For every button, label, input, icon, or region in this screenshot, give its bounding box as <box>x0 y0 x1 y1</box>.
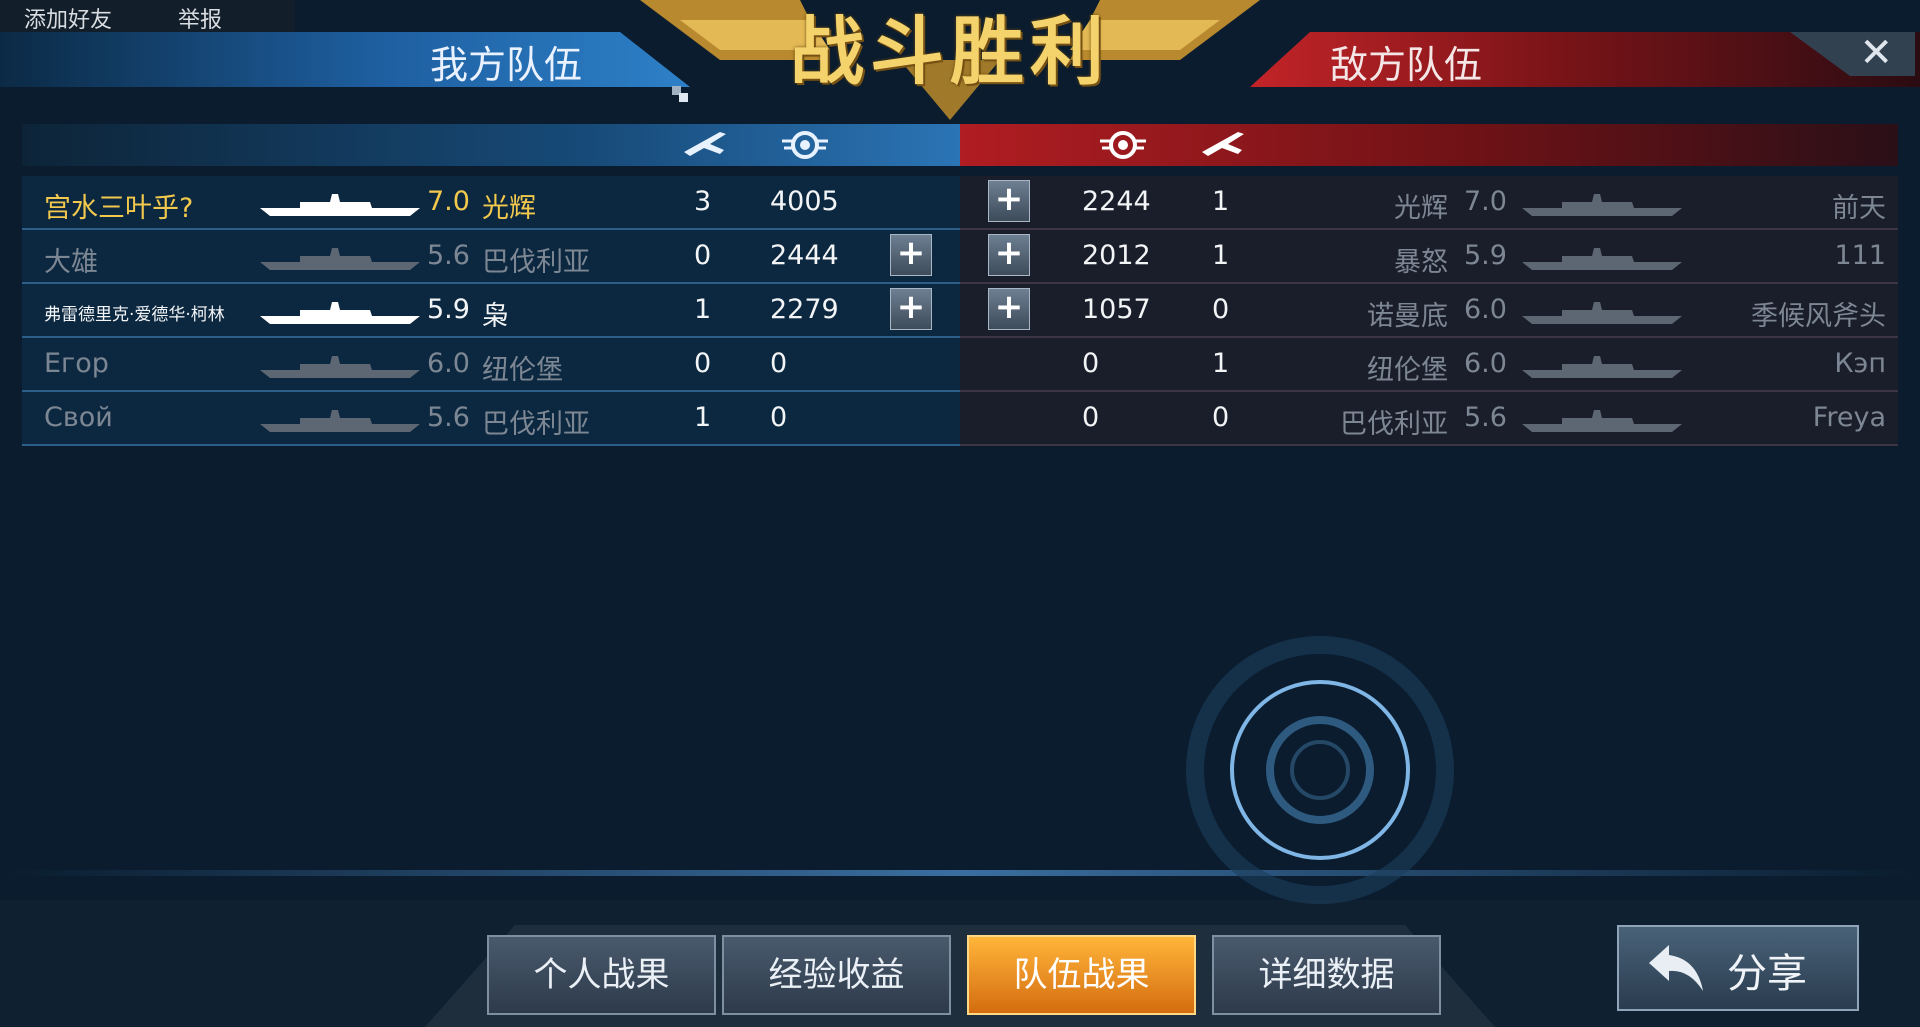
ally-ship-name: 巴伐利亚 <box>482 247 590 278</box>
table-row: 宫水三叶乎? 7.0 光辉 3 4005 +2244 1 光辉 7.0 前天 <box>22 176 1898 230</box>
add-friend-plus-button[interactable]: + <box>988 288 1030 330</box>
enemy-ship-name: 暴怒 <box>1394 247 1448 278</box>
add-friend-button[interactable]: 添加好友 <box>24 2 112 34</box>
ally-score: 2444 <box>770 240 839 271</box>
ally-player-name[interactable]: 弗雷德里克·爱德华·柯林 <box>44 300 225 325</box>
ally-score: 4005 <box>770 186 839 217</box>
enemy-ship-name: 诺曼底 <box>1367 301 1448 332</box>
enemy-ship-level: 7.0 <box>1464 186 1507 217</box>
enemy-score: 0 <box>1082 402 1100 433</box>
ally-player-name[interactable]: Свой <box>44 402 113 433</box>
ally-kills: 3 <box>694 186 712 217</box>
ally-kills: 1 <box>694 294 712 325</box>
victory-title: 战斗胜利 <box>790 9 1110 95</box>
tab-exp-gain[interactable]: 经验收益 <box>722 935 951 1015</box>
ally-ship-name: 枭 <box>482 301 509 332</box>
enemy-kills: 0 <box>1212 402 1230 433</box>
enemy-ship-name: 光辉 <box>1394 193 1448 224</box>
divider <box>0 870 1920 876</box>
ally-ship-level: 6.0 <box>427 348 470 379</box>
enemy-player-name[interactable]: Кэп <box>1834 348 1886 379</box>
ship-silhouette-icon <box>1522 194 1682 216</box>
ally-team-title: 我方队伍 <box>430 43 583 87</box>
enemy-score: 2244 <box>1082 186 1151 217</box>
enemy-ship-name: 纽伦堡 <box>1367 355 1448 386</box>
ally-score: 2279 <box>770 294 839 325</box>
ally-team-header: 我方队伍 <box>0 32 690 87</box>
enemy-score: 2012 <box>1082 240 1151 271</box>
ally-player-name[interactable]: 宫水三叶乎? <box>44 186 193 225</box>
table-row: 大雄 5.6 巴伐利亚 0 2444 + +2012 1 暴怒 5.9 111 <box>22 230 1898 284</box>
ally-player-name[interactable]: Егор <box>44 348 109 379</box>
ally-ship-name: 光辉 <box>482 193 536 224</box>
ship-silhouette-icon <box>1522 356 1682 378</box>
ship-silhouette-icon <box>260 248 420 270</box>
kills-plane-icon <box>684 132 726 156</box>
table-row: Свой 5.6 巴伐利亚 1 0 0 0 巴伐利亚 5.6 Freya <box>22 392 1898 446</box>
ally-ship-level: 7.0 <box>427 186 470 217</box>
report-button[interactable]: 举报 <box>178 2 222 34</box>
enemy-player-name[interactable]: 前天 <box>1832 186 1886 225</box>
share-label: 分享 <box>1727 951 1807 997</box>
ship-silhouette-icon <box>260 410 420 432</box>
ally-ship-level: 5.9 <box>427 294 470 325</box>
enemy-score: 0 <box>1082 348 1100 379</box>
ally-ship-level: 5.6 <box>427 240 470 271</box>
ship-silhouette-icon <box>1522 248 1682 270</box>
enemy-ship-name: 巴伐利亚 <box>1340 409 1448 440</box>
enemy-ship-level: 5.9 <box>1464 240 1507 271</box>
enemy-score: 1057 <box>1082 294 1151 325</box>
ally-score: 0 <box>770 402 788 433</box>
tab-team-results[interactable]: 队伍战果 <box>967 935 1196 1015</box>
enemy-player-name[interactable]: Freya <box>1813 402 1886 433</box>
enemy-kills: 1 <box>1212 240 1230 271</box>
share-arrow-icon <box>1649 945 1703 991</box>
enemy-player-name[interactable]: 季候风斧头 <box>1751 294 1886 333</box>
tab-detailed-data[interactable]: 详细数据 <box>1212 935 1441 1015</box>
share-button[interactable]: 分享 <box>1617 925 1859 1011</box>
ship-silhouette-icon <box>260 356 420 378</box>
enemy-kills: 1 <box>1212 186 1230 217</box>
ship-silhouette-icon <box>260 302 420 324</box>
table-row: Егор 6.0 纽伦堡 0 0 0 1 纽伦堡 6.0 Кэп <box>22 338 1898 392</box>
ally-kills: 0 <box>694 348 712 379</box>
close-icon: ✕ <box>1859 30 1893 76</box>
ally-ship-level: 5.6 <box>427 402 470 433</box>
enemy-team-title: 敌方队伍 <box>1330 43 1483 87</box>
top-left-actions: 添加好友 举报 <box>0 0 295 34</box>
ally-ship-name: 巴伐利亚 <box>482 409 590 440</box>
enemy-ship-level: 5.6 <box>1464 402 1507 433</box>
ally-ship-name: 纽伦堡 <box>482 355 563 386</box>
tab-personal-results[interactable]: 个人战果 <box>487 935 716 1015</box>
score-medal-icon <box>782 131 828 159</box>
enemy-score-medal-icon <box>1100 131 1146 159</box>
add-friend-plus-button[interactable]: + <box>988 234 1030 276</box>
expand-icon[interactable] <box>672 86 688 102</box>
ally-score: 0 <box>770 348 788 379</box>
enemy-kills-plane-icon <box>1202 132 1244 156</box>
ship-silhouette-icon <box>260 194 420 216</box>
add-friend-plus-button[interactable]: + <box>988 180 1030 222</box>
ship-silhouette-icon <box>1522 302 1682 324</box>
ally-kills: 1 <box>694 402 712 433</box>
add-friend-plus-button[interactable]: + <box>890 288 932 330</box>
ship-silhouette-icon <box>1522 410 1682 432</box>
table-row: 弗雷德里克·爱德华·柯林 5.9 枭 1 2279 + +1057 0 诺曼底 6.0 季候风斧头 <box>22 284 1898 338</box>
enemy-ship-level: 6.0 <box>1464 348 1507 379</box>
ally-kills: 0 <box>694 240 712 271</box>
add-friend-plus-button[interactable]: + <box>890 234 932 276</box>
radar-decoration <box>1186 636 1454 904</box>
enemy-kills: 0 <box>1212 294 1230 325</box>
ally-player-name[interactable]: 大雄 <box>44 240 98 279</box>
enemy-player-name[interactable]: 111 <box>1834 240 1886 271</box>
enemy-kills: 1 <box>1212 348 1230 379</box>
enemy-ship-level: 6.0 <box>1464 294 1507 325</box>
